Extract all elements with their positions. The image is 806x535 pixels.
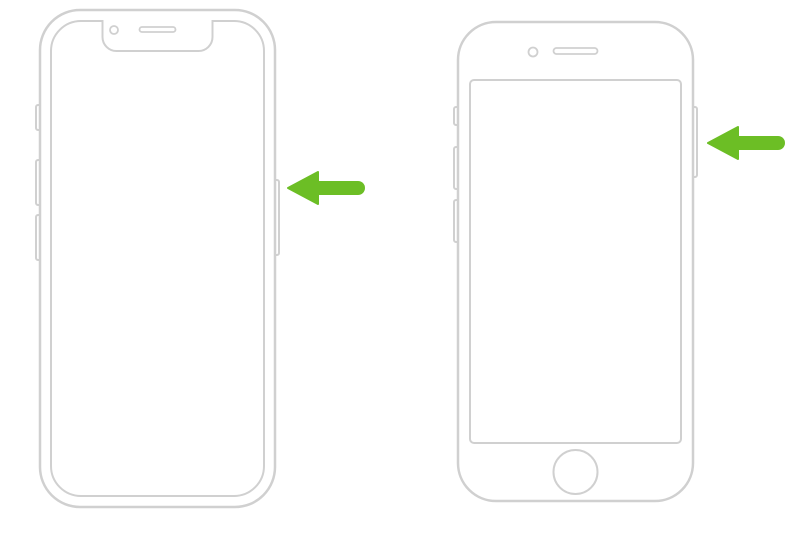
iphone-faceid-speaker [140, 27, 176, 32]
iphone-home-home-button [554, 450, 598, 494]
iphone-home-speaker [554, 48, 598, 54]
arrow-iphone-faceid-side-button [288, 172, 358, 204]
iphone-faceid-screen [51, 21, 264, 496]
iphone-faceid-camera [110, 26, 118, 34]
iphone-home-screen [470, 80, 681, 443]
iphone-home [454, 22, 697, 501]
iphone-home-camera [529, 48, 538, 57]
arrow-iphone-home-side-button [708, 127, 778, 159]
arrow-head-icon [708, 127, 738, 159]
arrow-head-icon [288, 172, 318, 204]
diagram-canvas [0, 0, 806, 530]
iphone-faceid [36, 10, 279, 507]
